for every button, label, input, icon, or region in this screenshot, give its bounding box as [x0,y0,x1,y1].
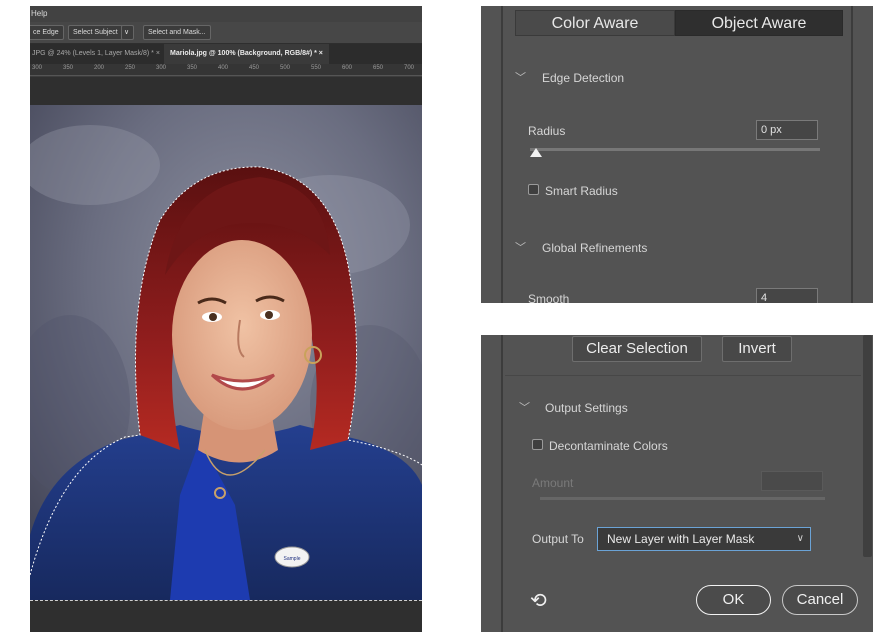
ruler-tick: 300 [156,65,167,71]
chevron-down-icon: ∨ [124,29,130,36]
name-badge-text: Sample [284,556,301,562]
ruler-tick: 250 [125,65,136,71]
radius-slider-track[interactable] [530,148,820,151]
refine-edge-button[interactable]: ce Edge [30,25,64,40]
select-subject-button[interactable]: Select Subject [68,25,123,40]
smooth-input[interactable]: 4 [756,288,818,303]
radius-label: Radius [528,124,566,138]
chevron-down-icon[interactable]: ﹀ [515,239,526,255]
tab-levels-doc[interactable]: JPG @ 24% (Levels 1, Layer Mask/8) * × [30,44,166,64]
select-and-mask-button[interactable]: Select and Mask... [143,25,211,40]
radius-slider-thumb[interactable] [530,148,542,157]
ruler-tick: 500 [280,65,291,71]
divider [505,375,861,376]
amount-slider-track [540,497,825,500]
ruler-tick: 650 [373,65,384,71]
output-to-select[interactable]: New Layer with Layer Mask ∨ [597,527,811,551]
reset-icon[interactable]: ⟲ [530,588,547,613]
tab-color-aware[interactable]: Color Aware [515,10,675,36]
smart-radius-checkbox[interactable] [528,184,539,195]
horizontal-ruler: 300 350 200 250 300 350 400 450 500 550 … [30,64,422,76]
smooth-label: Smooth [528,292,570,303]
tab-object-aware[interactable]: Object Aware [675,10,843,36]
canvas-pasteboard-bottom [30,600,422,632]
face [172,240,312,430]
radius-input[interactable]: 0 px [756,120,818,140]
chevron-down-icon[interactable]: ﹀ [519,399,530,415]
ok-button[interactable]: OK [696,585,771,615]
portrait-photo[interactable]: Sample [30,105,422,600]
output-to-value: New Layer with Layer Mask [607,532,755,546]
ruler-tick: 300 [32,65,43,71]
photoshop-window: Help ce Edge Select Subject ∨ Select and… [30,6,422,632]
properties-panel-bottom: Clear Selection Invert ﹀ Output Settings… [481,335,873,632]
options-bar: ce Edge Select Subject ∨ Select and Mask… [30,22,422,44]
chevron-down-icon[interactable]: ﹀ [515,69,526,85]
select-subject-dropdown[interactable]: ∨ [121,25,134,40]
output-to-label: Output To [532,532,584,546]
panel-divider [501,6,503,303]
ruler-tick: 350 [187,65,198,71]
panel-divider [501,335,503,632]
document-tabs: JPG @ 24% (Levels 1, Layer Mask/8) * × M… [30,44,422,64]
menu-bar: Help [30,6,422,22]
ruler-tick: 350 [63,65,74,71]
properties-panel-top: Color Aware Object Aware ﹀ Edge Detectio… [481,6,873,303]
amount-input [761,471,823,491]
ruler-tick: 600 [342,65,353,71]
decontaminate-colors-checkbox[interactable] [532,439,543,450]
ruler-tick: 200 [94,65,105,71]
clear-selection-button[interactable]: Clear Selection [572,336,702,362]
amount-label: Amount [532,476,574,490]
ruler-tick: 550 [311,65,322,71]
section-edge-detection[interactable]: Edge Detection [542,71,624,85]
invert-button[interactable]: Invert [722,336,792,362]
scrollbar[interactable] [863,335,872,557]
decontaminate-colors-label[interactable]: Decontaminate Colors [549,439,668,453]
section-output-settings[interactable]: Output Settings [545,401,628,415]
ruler-tick: 400 [218,65,229,71]
smart-radius-label[interactable]: Smart Radius [545,184,618,198]
menu-help[interactable]: Help [31,9,47,18]
chevron-down-icon: ∨ [796,533,804,544]
section-global-refinements[interactable]: Global Refinements [542,241,647,255]
ruler-tick: 700 [404,65,415,71]
ruler-tick: 450 [249,65,260,71]
tab-mariola[interactable]: Mariola.jpg @ 100% (Background, RGB/8#) … [164,44,329,64]
panel-divider [851,6,853,303]
canvas-pasteboard [30,77,422,105]
cancel-button[interactable]: Cancel [782,585,858,615]
